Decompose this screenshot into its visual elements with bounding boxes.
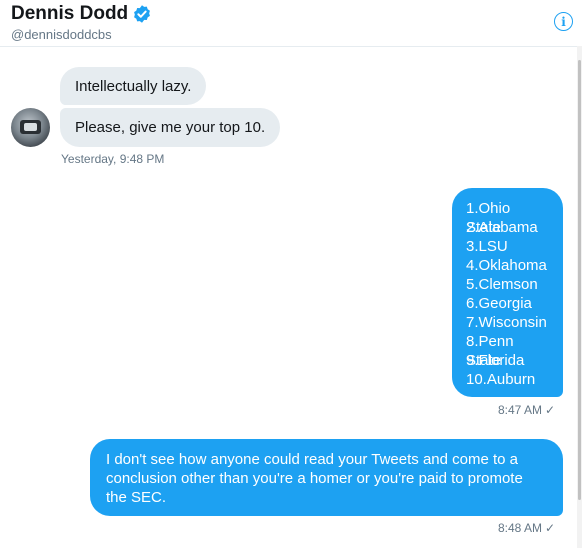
timestamp-text: 8:48 AM — [498, 521, 543, 535]
verified-badge-icon — [132, 4, 152, 24]
message-timestamp: Yesterday, 9:48 PM — [61, 152, 165, 166]
received-message[interactable]: Please, give me your top 10. — [60, 108, 281, 147]
message-timestamp: 8:48 AM ✓ — [498, 521, 555, 535]
list-item: 1.Ohio State — [466, 200, 511, 236]
list-item: 8.Penn State — [466, 333, 514, 369]
contact-handle[interactable]: @dennisdoddcbs — [11, 27, 112, 42]
contact-name[interactable]: Dennis Dodd — [11, 3, 128, 25]
list-item: 5.Clemson — [466, 276, 538, 293]
scrollbar-thumb[interactable] — [578, 60, 581, 500]
avatar-image-part — [24, 123, 37, 131]
list-item: 2.Alabama — [466, 219, 538, 236]
received-message[interactable]: Intellectually lazy. — [60, 67, 207, 105]
list-item: 4.Oklahoma — [466, 257, 547, 274]
avatar[interactable] — [11, 108, 50, 147]
checkmark-icon: ✓ — [545, 403, 556, 417]
info-icon[interactable]: i — [554, 12, 573, 31]
list-item: 3.LSU — [466, 238, 508, 255]
list-item: 9.Florida — [466, 352, 525, 369]
header-name-row: Dennis Dodd — [11, 3, 152, 25]
sent-message[interactable]: I don't see how anyone could read your T… — [90, 439, 563, 516]
list-item: 7.Wisconsin — [466, 314, 547, 331]
list-item: 10.Auburn — [466, 371, 536, 388]
conversation-header: Dennis Dodd @dennisdoddcbs i — [0, 0, 582, 47]
message-timestamp: 8:47 AM ✓ — [498, 403, 555, 417]
timestamp-text: 8:47 AM — [498, 403, 543, 417]
list-item: 6.Georgia — [466, 295, 532, 312]
checkmark-icon: ✓ — [545, 521, 556, 535]
sent-message-list[interactable]: 1.Ohio State 2.Alabama 3.LSU 4.Oklahoma … — [452, 188, 563, 397]
